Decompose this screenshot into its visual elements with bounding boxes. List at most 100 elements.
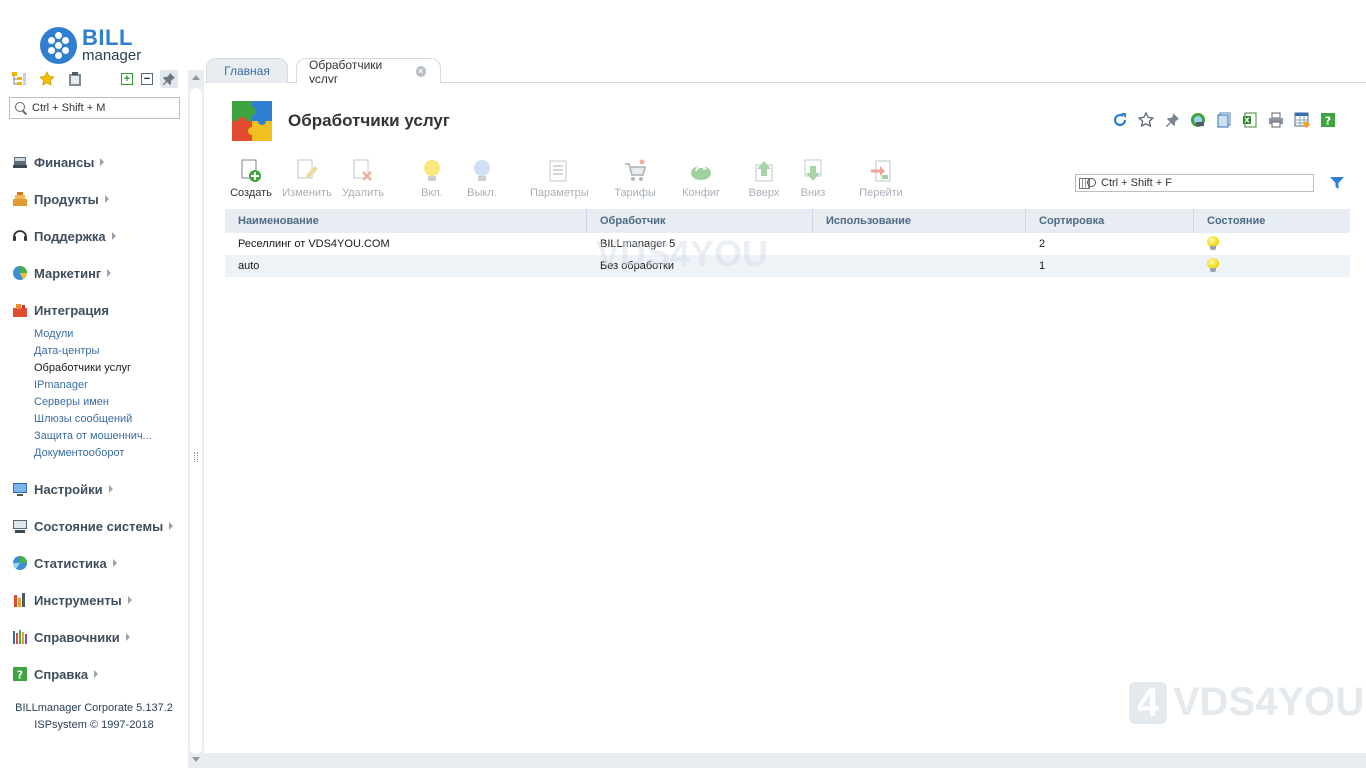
- products-icon: [12, 191, 28, 207]
- expand-all-icon[interactable]: +: [121, 73, 133, 85]
- enable-button[interactable]: Вкл.: [404, 159, 460, 199]
- sidebar-group-label: Продукты: [34, 191, 99, 207]
- column-header-usage[interactable]: Использование: [813, 209, 1026, 233]
- help-icon[interactable]: ?: [1318, 110, 1338, 130]
- marketing-icon: [12, 265, 28, 281]
- tab-label: Главная: [224, 64, 270, 78]
- edit-button[interactable]: Изменить: [279, 159, 335, 199]
- favorite-star-icon[interactable]: [1136, 110, 1156, 130]
- parameters-button[interactable]: Параметры: [530, 159, 589, 199]
- billmanager-logo[interactable]: BILL manager: [40, 26, 160, 66]
- sidebar-group-system-state[interactable]: Состояние системы: [12, 517, 174, 535]
- sidebar-item-modules[interactable]: Модули: [34, 327, 73, 341]
- close-tab-icon[interactable]: ×: [415, 66, 426, 77]
- sidebar-group-tools[interactable]: Инструменты: [12, 591, 132, 609]
- column-header-handler[interactable]: Обработчик: [587, 209, 813, 233]
- sidebar-group-support[interactable]: Поддержка: [12, 227, 116, 245]
- cell-name: Реселлинг от VDS4YOU.COM: [238, 238, 390, 250]
- scroll-up-icon[interactable]: [192, 75, 200, 80]
- toolbar-label: Конфиг: [682, 187, 720, 199]
- table-search-input[interactable]: [1101, 177, 1306, 189]
- tree-icon[interactable]: [10, 70, 28, 88]
- sidebar-group-integration[interactable]: Интеграция: [12, 301, 109, 319]
- delete-button[interactable]: Удалить: [335, 159, 391, 199]
- sidebar-group-statistics[interactable]: Статистика: [12, 554, 117, 572]
- svg-text:?: ?: [17, 669, 23, 682]
- chevron-right-icon: [107, 269, 112, 277]
- scroll-track[interactable]: [190, 88, 202, 754]
- sidebar-item-service-handlers[interactable]: Обработчики услуг: [34, 361, 131, 375]
- config-icon: [690, 159, 712, 183]
- watermark-text: VDS4YOU: [1173, 680, 1365, 724]
- sidebar-item-message-gateways[interactable]: Шлюзы сообщений: [34, 412, 132, 426]
- table-search[interactable]: [1075, 174, 1314, 192]
- refresh-icon[interactable]: [1110, 110, 1130, 130]
- puzzle-icon: [230, 99, 276, 145]
- excel-export-icon[interactable]: X: [1240, 110, 1260, 130]
- print-icon[interactable]: [1266, 110, 1286, 130]
- sidebar-search-input[interactable]: [32, 102, 172, 114]
- copy-icon[interactable]: [1214, 110, 1234, 130]
- tab-service-handlers[interactable]: Обработчики услуг ×: [296, 58, 441, 86]
- column-header-sort[interactable]: Сортировка: [1026, 209, 1194, 233]
- sidebar-group-label: Состояние системы: [34, 518, 164, 534]
- bottom-scrollbar[interactable]: [204, 753, 1366, 768]
- goto-button[interactable]: Перейти: [853, 159, 909, 199]
- statistics-icon: [12, 555, 28, 571]
- sidebar-group-references[interactable]: Справочники: [12, 628, 130, 646]
- chevron-right-icon: [125, 633, 130, 641]
- sidebar-group-help[interactable]: ? Справка: [12, 665, 99, 683]
- finance-icon: [12, 154, 28, 170]
- sidebar-item-name-servers[interactable]: Серверы имен: [34, 395, 109, 409]
- logo-manager-text: manager: [82, 47, 142, 64]
- status-bulb-on-icon: [1207, 258, 1219, 273]
- sidebar-item-document-flow[interactable]: Документооборот: [34, 446, 124, 460]
- tariffs-button[interactable]: Тарифы: [607, 159, 663, 199]
- sidebar-group-marketing[interactable]: Маркетинг: [12, 264, 112, 282]
- table-header: Наименование Обработчик Использование Со…: [225, 209, 1350, 233]
- goto-icon: [870, 159, 892, 183]
- sidebar-group-settings[interactable]: Настройки: [12, 480, 113, 498]
- sidebar-item-datacenters[interactable]: Дата-центры: [34, 344, 99, 358]
- sidebar-search[interactable]: [9, 97, 180, 119]
- table-settings-icon[interactable]: [1292, 110, 1312, 130]
- tab-home[interactable]: Главная: [206, 58, 288, 83]
- svg-text:X: X: [1244, 117, 1250, 125]
- sidebar-group-label: Настройки: [34, 481, 103, 497]
- table-row[interactable]: auto Без обработки 1: [225, 255, 1350, 277]
- sidebar-group-products[interactable]: Продукты: [12, 190, 109, 208]
- create-button[interactable]: Создать: [223, 159, 279, 199]
- globe-link-icon[interactable]: [1188, 110, 1208, 130]
- toolbar-label: Перейти: [859, 187, 903, 199]
- splitter-grip-icon[interactable]: [194, 452, 198, 462]
- disable-button[interactable]: Выкл.: [454, 159, 510, 199]
- pin-icon[interactable]: [1162, 110, 1182, 130]
- watermark-digit: 4: [1129, 681, 1167, 724]
- filter-funnel-icon[interactable]: [1329, 175, 1345, 191]
- cell-sort: 1: [1039, 260, 1046, 272]
- table-row[interactable]: Реселлинг от VDS4YOU.COM BILLmanager 5 2: [225, 233, 1350, 255]
- column-header-state[interactable]: Состояние: [1194, 209, 1350, 233]
- config-button[interactable]: Конфиг: [673, 159, 729, 199]
- move-up-button[interactable]: Вверх: [736, 159, 792, 199]
- sidebar-splitter[interactable]: [188, 70, 204, 768]
- cell-usage: [813, 255, 1026, 277]
- watermark-logo: 4 VDS4YOU: [1129, 680, 1364, 725]
- sidebar-group-finance[interactable]: Финансы: [12, 153, 105, 171]
- sidebar-item-ipmanager[interactable]: IPmanager: [34, 378, 88, 392]
- toolbar-label: Вкл.: [421, 187, 443, 199]
- clipboard-icon[interactable]: [66, 70, 84, 88]
- toolbar-label: Создать: [230, 187, 272, 199]
- favorites-star-icon[interactable]: [38, 70, 56, 88]
- pin-icon[interactable]: [160, 70, 178, 88]
- references-books-icon: [12, 629, 28, 645]
- search-icon: [15, 102, 27, 114]
- toolbar-label: Вверх: [748, 187, 780, 199]
- column-header-name[interactable]: Наименование: [225, 209, 587, 233]
- sidebar-item-fraud-protection[interactable]: Защита от мошеннич...: [34, 429, 152, 443]
- scroll-down-icon[interactable]: [192, 757, 200, 762]
- collapse-all-icon[interactable]: −: [141, 73, 153, 85]
- move-down-button[interactable]: Вниз: [785, 159, 841, 199]
- chevron-right-icon: [169, 522, 174, 530]
- delete-icon: [352, 159, 374, 183]
